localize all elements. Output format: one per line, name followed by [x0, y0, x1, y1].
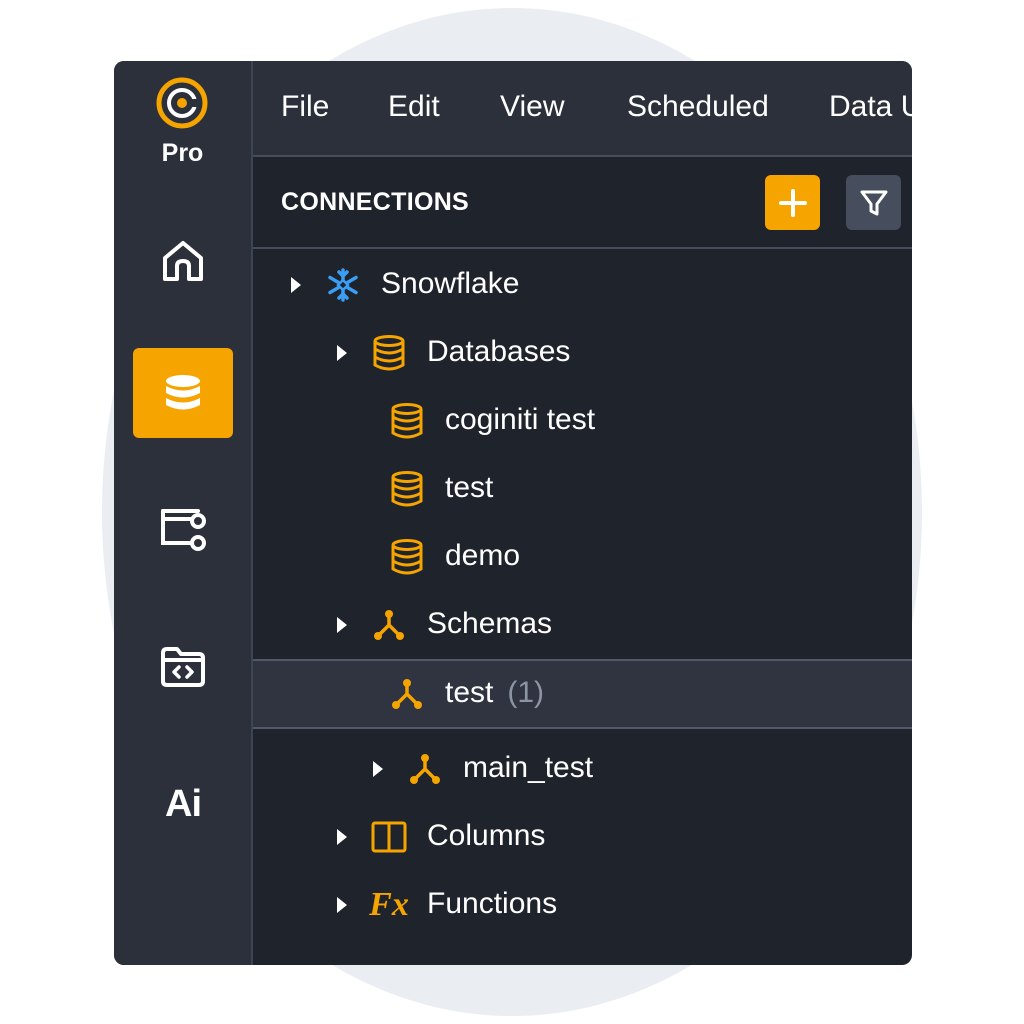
rail-database-button[interactable] [133, 348, 233, 438]
home-icon [163, 241, 203, 281]
coginiti-logo-icon [156, 77, 208, 129]
plus-icon [778, 188, 807, 217]
filter-button[interactable] [846, 175, 901, 230]
tree-row-databases[interactable]: Databases [253, 319, 912, 387]
tree-label: Schemas [427, 607, 553, 640]
functions-icon: Fx [369, 886, 409, 923]
code-folder-icon [161, 647, 205, 687]
tree-row-schema[interactable]: main_test [253, 735, 912, 803]
menu-view[interactable]: View [500, 90, 564, 124]
menu-edit[interactable]: Edit [388, 90, 440, 124]
schema-icon [388, 675, 426, 713]
tree-label: test [445, 471, 494, 504]
snowflake-icon [324, 266, 362, 304]
tree-label: Columns [427, 819, 546, 852]
rail-code-folder-button[interactable] [133, 622, 233, 712]
schema-icon [370, 606, 408, 644]
database-icon [370, 334, 408, 372]
edition-label: Pro [161, 139, 204, 167]
menu-scheduled[interactable]: Scheduled [627, 90, 769, 124]
menu-file[interactable]: File [281, 90, 329, 124]
rail-workflow-button[interactable] [133, 485, 233, 575]
filter-icon [860, 190, 887, 215]
tree-row-functions[interactable]: Fx Functions [253, 871, 912, 939]
columns-icon [370, 818, 408, 856]
tree-row-database[interactable]: test [253, 455, 912, 523]
tree-label: main_test [463, 751, 594, 784]
database-icon [166, 375, 200, 410]
tree-row-schemas[interactable]: Schemas [253, 591, 912, 659]
rail-ai-button[interactable]: Ai [133, 759, 233, 849]
tree-row-columns[interactable]: Columns [253, 803, 912, 871]
schema-icon [406, 750, 444, 788]
tree-label: demo [445, 539, 521, 572]
schema-name: test [445, 676, 494, 709]
add-connection-button[interactable] [765, 175, 820, 230]
database-icon [388, 402, 426, 440]
tree-row-database[interactable]: demo [253, 523, 912, 591]
workflow-icon [161, 509, 206, 551]
menu-bar: File Edit View Scheduled Data U [253, 61, 912, 157]
schema-count: (1) [507, 676, 545, 709]
connections-title: CONNECTIONS [281, 188, 470, 216]
tree-row-database[interactable]: coginiti test [253, 387, 912, 455]
expand-caret-icon [291, 277, 301, 293]
expand-caret-icon [373, 761, 383, 777]
tree-row-snowflake[interactable]: Snowflake [253, 251, 912, 319]
menu-data[interactable]: Data U [829, 90, 912, 124]
tree-label: coginiti test [445, 403, 596, 436]
tree-label: Snowflake [381, 267, 520, 300]
app-window: Pro Ai File Edit View Scheduled Data CON… [114, 61, 912, 965]
left-rail: Pro Ai [114, 61, 253, 965]
tree-label: Databases [427, 335, 571, 368]
expand-caret-icon [337, 897, 347, 913]
expand-caret-icon [337, 345, 347, 361]
tree-label: test (1) [445, 676, 544, 710]
ai-label: Ai [165, 782, 202, 825]
database-icon [388, 538, 426, 576]
expand-caret-icon [337, 829, 347, 845]
tree-label: Functions [427, 887, 558, 920]
expand-caret-icon [337, 617, 347, 633]
rail-home-button[interactable] [133, 216, 233, 306]
connections-header: CONNECTIONS [253, 157, 912, 249]
database-icon [388, 470, 426, 508]
tree-row-schema-selected[interactable]: test (1) [253, 659, 912, 729]
